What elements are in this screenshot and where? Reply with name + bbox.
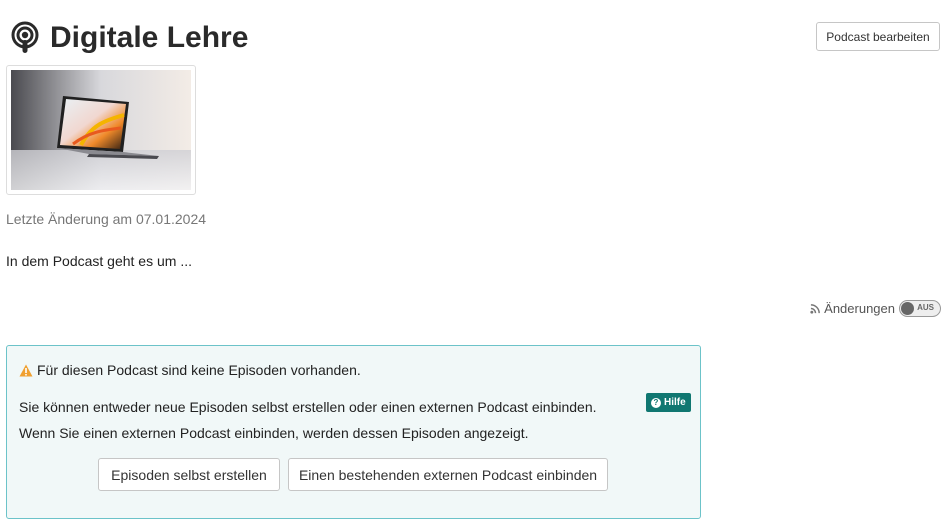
warning-icon bbox=[19, 364, 33, 376]
no-episodes-info-box: Für diesen Podcast sind keine Episoden v… bbox=[6, 345, 701, 519]
changes-toggle[interactable]: AUS bbox=[899, 300, 941, 317]
podcast-icon bbox=[11, 21, 39, 53]
changes-label: Änderungen bbox=[824, 301, 895, 316]
embed-external-podcast-button[interactable]: Einen bestehenden externen Podcast einbi… bbox=[288, 458, 608, 491]
edit-podcast-button[interactable]: Podcast bearbeiten bbox=[816, 22, 940, 51]
podcast-description: In dem Podcast geht es um ... bbox=[6, 253, 192, 269]
help-button[interactable]: ? Hilfe bbox=[646, 393, 691, 412]
info-text: Sie können entweder neue Episoden selbst… bbox=[19, 399, 597, 441]
rss-icon bbox=[810, 304, 821, 314]
page-header: Digitale Lehre bbox=[8, 18, 248, 58]
podcast-thumbnail bbox=[6, 65, 196, 195]
help-icon: ? bbox=[651, 397, 661, 408]
warning-text: Für diesen Podcast sind keine Episoden v… bbox=[37, 362, 361, 378]
toggle-knob bbox=[901, 302, 914, 315]
last-change-text: Letzte Änderung am 07.01.2024 bbox=[6, 211, 207, 227]
create-episodes-button[interactable]: Episoden selbst erstellen bbox=[98, 458, 280, 491]
changes-subscription: Änderungen AUS bbox=[810, 300, 941, 317]
warning-message: Für diesen Podcast sind keine Episoden v… bbox=[19, 362, 361, 378]
toggle-state: AUS bbox=[917, 303, 934, 312]
page-title: Digitale Lehre bbox=[50, 21, 249, 54]
help-label: Hilfe bbox=[664, 397, 686, 408]
